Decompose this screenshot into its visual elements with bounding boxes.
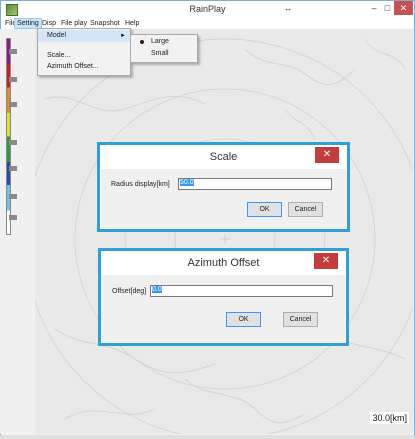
selected-bullet-icon: [140, 40, 144, 44]
cancel-button[interactable]: Cancel: [283, 312, 318, 327]
dialog-body: Radius display[km] 50.0 OK Cancel: [101, 169, 346, 228]
scale-readout: 30.0[km]: [370, 412, 409, 424]
offset-label: Offset[deg]: [112, 288, 147, 295]
offset-input[interactable]: 0.0: [150, 285, 333, 297]
submenu-item-label: Large: [151, 38, 169, 45]
dialog-title: Scale: [209, 151, 238, 163]
setting-dropdown: Model ► Scale... Azimuth Offset...: [37, 28, 131, 76]
window-title: RainPlay: [189, 4, 226, 14]
radius-value: 50.0: [180, 179, 194, 186]
close-button[interactable]: ✕: [394, 1, 413, 15]
dialog-close-button[interactable]: ✕: [315, 147, 339, 163]
dialog-title: Azimuth Offset: [187, 257, 260, 269]
submenu-item-large[interactable]: Large: [131, 36, 197, 48]
legend-tick: [9, 166, 17, 171]
legend-tick: [9, 102, 17, 107]
dialog-close-button[interactable]: ✕: [314, 253, 338, 269]
range-rings: [35, 38, 413, 434]
model-submenu: Large Small: [130, 34, 198, 63]
ok-button[interactable]: OK: [247, 202, 282, 217]
legend-tick: [9, 49, 17, 54]
cancel-button[interactable]: Cancel: [288, 202, 323, 217]
menu-item-azimuth-offset[interactable]: Azimuth Offset...: [38, 61, 130, 73]
color-legend: [0, 29, 35, 434]
submenu-item-label: Small: [151, 50, 169, 57]
offset-value: 0.0: [152, 286, 162, 293]
scale-dialog: Scale ✕ Radius display[km] 50.0 OK Cance…: [97, 142, 350, 232]
minimize-button[interactable]: –: [367, 1, 381, 15]
legend-tick: [9, 140, 17, 145]
menu-item-model[interactable]: Model ►: [38, 30, 130, 42]
submenu-arrow-icon: ►: [120, 33, 126, 39]
status-bar: [0, 435, 415, 439]
submenu-item-small[interactable]: Small: [131, 48, 197, 60]
title-bar[interactable]: RainPlay ↔ – □ ✕: [1, 1, 414, 18]
radius-input[interactable]: 50.0: [178, 178, 332, 190]
restore-icon[interactable]: ↔: [279, 1, 297, 15]
azimuth-offset-dialog: Azimuth Offset ✕ Offset[deg] 0.0 OK Canc…: [98, 248, 349, 346]
range-crosshair: [220, 234, 230, 244]
legend-tick: [9, 77, 17, 82]
legend-tick: [9, 215, 17, 220]
legend-tick: [9, 194, 17, 199]
ok-button[interactable]: OK: [226, 312, 261, 327]
radius-label: Radius display[km]: [111, 181, 170, 188]
legend-color-bar: [6, 38, 11, 235]
menu-item-label: Model: [47, 32, 67, 39]
dialog-body: Offset[deg] 0.0 OK Cancel: [102, 275, 345, 342]
maximize-button[interactable]: □: [381, 1, 394, 15]
menu-item-label: Azimuth Offset...: [47, 63, 99, 70]
